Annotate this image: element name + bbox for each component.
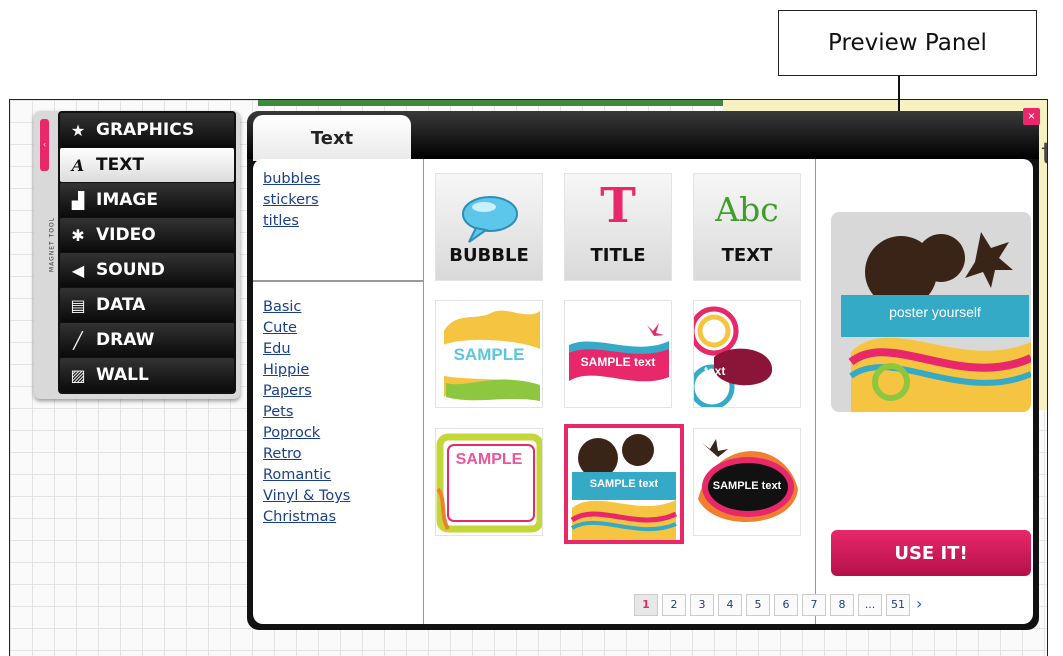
tile-label: TITLE: [590, 245, 646, 266]
page-button[interactable]: 5: [746, 594, 770, 616]
page-button[interactable]: 2: [662, 594, 686, 616]
text-icon: A: [71, 155, 85, 175]
sound-icon: ◀: [71, 260, 85, 280]
category-link-cute[interactable]: Cute: [263, 318, 350, 339]
preview-panel-callout: Preview Panel: [778, 10, 1037, 76]
tool-label: DATA: [96, 295, 146, 315]
close-icon[interactable]: ×: [1023, 108, 1040, 125]
sample-label: SAMPLE text: [712, 480, 782, 492]
page-button-current[interactable]: 1: [634, 594, 658, 616]
sample-label: SAMPLE text: [580, 355, 656, 369]
sample-thumbnail-selected[interactable]: SAMPLE text: [564, 424, 684, 544]
category-link-poprock[interactable]: Poprock: [263, 423, 350, 444]
thumbnail-grid: BUBBLE T TITLE Abc TEXT SAMPLE SAMPLE te…: [433, 159, 922, 624]
tool-label: DRAW: [96, 330, 155, 350]
dialog-body: bubbles stickers titles Basic Cute Edu H…: [253, 159, 1033, 624]
category-link-christmas[interactable]: Christmas: [263, 507, 350, 528]
use-it-button[interactable]: USE IT!: [831, 530, 1031, 576]
category-link-bubbles[interactable]: bubbles: [263, 169, 320, 190]
tool-label: TEXT: [96, 155, 144, 175]
tool-sound[interactable]: ◀ SOUND: [60, 253, 234, 287]
category-link-hippie[interactable]: Hippie: [263, 360, 350, 381]
page-button[interactable]: 4: [718, 594, 742, 616]
tool-list: ★ GRAPHICS A TEXT ▟ IMAGE ✱ VIDEO ◀ SOUN…: [58, 111, 236, 394]
sample-label: SAMPLE: [455, 451, 523, 468]
speech-bubble-icon: [462, 196, 518, 243]
tool-image[interactable]: ▟ IMAGE: [60, 183, 234, 217]
sample-thumbnail[interactable]: SAMPLE text: [693, 428, 801, 536]
category-link-basic[interactable]: Basic: [263, 297, 350, 318]
dialog-header: Text: [247, 111, 1039, 161]
sample-thumbnail[interactable]: SAMPLE: [435, 300, 543, 408]
page-button[interactable]: 6: [774, 594, 798, 616]
category-column: bubbles stickers titles Basic Cute Edu H…: [253, 159, 424, 624]
tool-label: SOUND: [96, 260, 165, 280]
sample-label: text: [704, 364, 726, 378]
background-letter: t: [1041, 136, 1047, 171]
category-link-romantic[interactable]: Romantic: [263, 465, 350, 486]
category-link-pets[interactable]: Pets: [263, 402, 350, 423]
sample-label: SAMPLE: [453, 345, 525, 364]
tool-label: IMAGE: [96, 190, 158, 210]
tile-text[interactable]: Abc TEXT: [693, 173, 801, 281]
pencil-icon: ╱: [73, 330, 83, 350]
wall-icon: ▨: [70, 365, 86, 385]
abc-glyph-icon: Abc: [715, 190, 779, 229]
tile-label: BUBBLE: [449, 245, 529, 266]
page-button[interactable]: 7: [802, 594, 826, 616]
category-link-stickers[interactable]: stickers: [263, 190, 320, 211]
sample-thumbnail[interactable]: SAMPLE: [435, 428, 543, 536]
frame-graphic: [436, 433, 542, 533]
category-list-top: bubbles stickers titles: [263, 169, 320, 232]
tool-text[interactable]: A TEXT: [60, 148, 234, 182]
star-icon: ★: [70, 120, 86, 140]
category-divider: [253, 280, 423, 282]
preview-image: poster yourself: [831, 212, 1031, 412]
page-button[interactable]: 3: [690, 594, 714, 616]
category-link-retro[interactable]: Retro: [263, 444, 350, 465]
preview-panel: poster yourself USE IT!: [825, 159, 1033, 624]
image-icon: ▟: [71, 190, 85, 210]
tool-wall[interactable]: ▨ WALL: [60, 358, 234, 392]
category-link-titles[interactable]: titles: [263, 211, 320, 232]
tile-label: TEXT: [721, 245, 773, 266]
callout-label: Preview Panel: [828, 30, 987, 56]
magnet-tool-panel: ‹ MAGNET TOOL ★ GRAPHICS A TEXT ▟ IMAGE …: [34, 111, 240, 399]
swirl-graphic: [694, 306, 773, 407]
tab-text[interactable]: Text: [253, 115, 411, 161]
category-link-vinyl-toys[interactable]: Vinyl & Toys: [263, 486, 350, 507]
text-dialog: Text bubbles stickers titles Basic Cute …: [247, 111, 1039, 630]
category-link-edu[interactable]: Edu: [263, 339, 350, 360]
category-link-papers[interactable]: Papers: [263, 381, 350, 402]
category-list-themes: Basic Cute Edu Hippie Papers Pets Poproc…: [263, 297, 350, 528]
data-icon: ▤: [70, 295, 86, 315]
sample-thumbnail[interactable]: text: [693, 300, 801, 408]
preview-banner-text: poster yourself: [841, 295, 1029, 337]
tool-label: WALL: [96, 365, 149, 385]
tool-data[interactable]: ▤ DATA: [60, 288, 234, 322]
tool-video[interactable]: ✱ VIDEO: [60, 218, 234, 252]
video-icon: ✱: [71, 225, 85, 245]
sample-label: SAMPLE text: [589, 478, 659, 490]
collapse-toggle[interactable]: ‹: [40, 119, 49, 171]
tool-graphics[interactable]: ★ GRAPHICS: [60, 113, 234, 147]
tool-draw[interactable]: ╱ DRAW: [60, 323, 234, 357]
tile-bubble[interactable]: BUBBLE: [435, 173, 543, 281]
magnet-tool-label: MAGNET TOOL: [48, 216, 56, 273]
background-graphic: [258, 100, 723, 106]
title-glyph-icon: T: [600, 178, 636, 234]
tool-label: VIDEO: [96, 225, 156, 245]
tile-title[interactable]: T TITLE: [564, 173, 672, 281]
sample-thumbnail[interactable]: SAMPLE text: [564, 300, 672, 408]
tool-label: GRAPHICS: [96, 120, 195, 140]
